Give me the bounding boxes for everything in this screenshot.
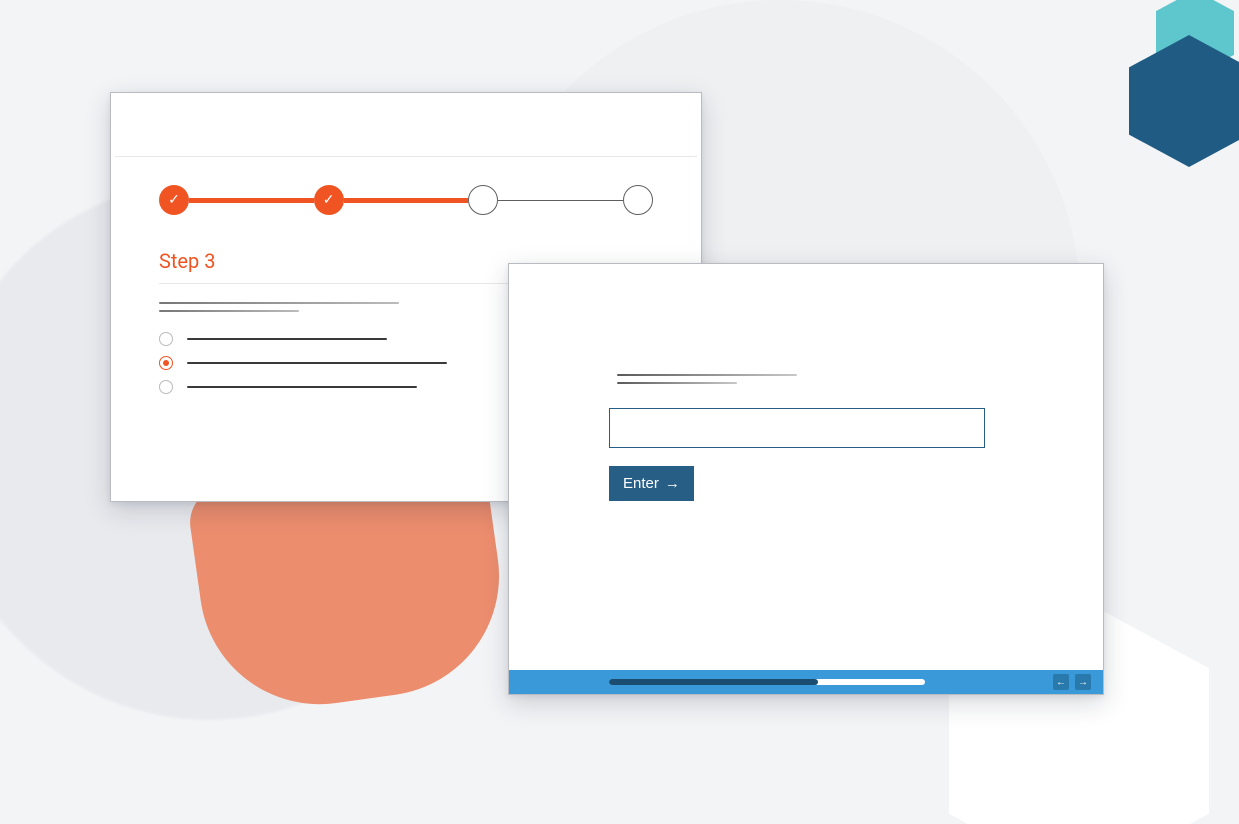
progress-track — [609, 679, 925, 685]
question-placeholder-line — [617, 374, 797, 376]
check-icon: ✓ — [323, 193, 335, 207]
hexagon-icon — [1129, 35, 1239, 167]
radio-icon[interactable] — [159, 380, 173, 394]
enter-button[interactable]: Enter → — [609, 466, 694, 501]
enter-button-label: Enter — [623, 475, 659, 492]
text-placeholder-line — [159, 302, 399, 304]
form-window: Enter → ← → — [508, 263, 1104, 695]
prev-button[interactable]: ← — [1053, 674, 1069, 690]
step-connector — [189, 198, 314, 203]
radio-icon[interactable] — [159, 356, 173, 370]
step-2-done-icon: ✓ — [314, 185, 344, 215]
step-3-node — [468, 185, 498, 215]
check-icon: ✓ — [168, 193, 180, 207]
option-label-placeholder — [187, 362, 447, 364]
option-label-placeholder — [187, 386, 417, 388]
step-connector — [344, 198, 469, 203]
arrow-right-icon: → — [665, 475, 680, 492]
window-header-area — [115, 117, 697, 157]
text-placeholder-line — [159, 310, 299, 312]
step-progress-indicator: ✓ ✓ — [111, 157, 701, 215]
next-button[interactable]: → — [1075, 674, 1091, 690]
arrow-right-icon: → — [1078, 677, 1088, 688]
radio-icon[interactable] — [159, 332, 173, 346]
form-progress-bar: ← → — [509, 670, 1103, 694]
answer-input[interactable] — [609, 408, 985, 448]
question-placeholder-line — [617, 382, 737, 384]
step-1-done-icon: ✓ — [159, 185, 189, 215]
step-connector — [498, 200, 623, 201]
progress-fill — [609, 679, 818, 685]
step-4-node — [623, 185, 653, 215]
option-label-placeholder — [187, 338, 387, 340]
arrow-left-icon: ← — [1056, 677, 1066, 688]
